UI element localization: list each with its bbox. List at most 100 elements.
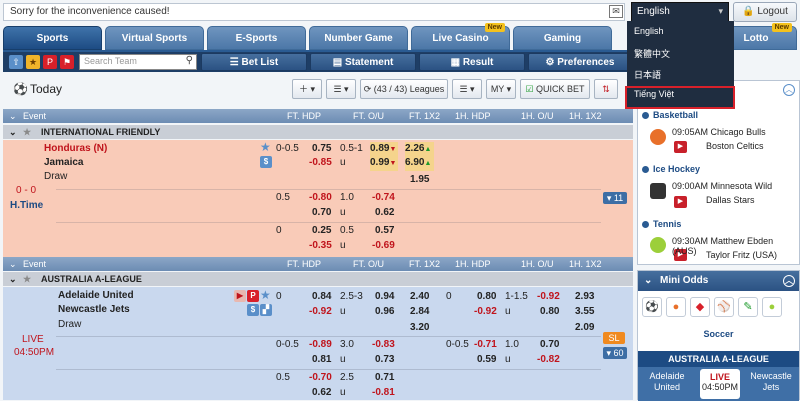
runner-icon[interactable]: ⚑ xyxy=(60,55,74,69)
odds-cell[interactable]: 0.25 xyxy=(312,224,331,238)
add-dropdown[interactable]: ＋ ▾ xyxy=(292,79,322,99)
preferences-button[interactable]: ⚙ Preferences xyxy=(528,53,632,71)
sort-arrows-icon[interactable]: ⇅ xyxy=(594,79,618,99)
play-icon[interactable]: ▶ xyxy=(674,196,687,208)
baseball-icon[interactable]: ⚾ xyxy=(714,297,734,317)
odds-cell[interactable]: -0.71 xyxy=(474,338,497,352)
play-icon[interactable]: ▶ xyxy=(674,141,687,153)
odds-cell[interactable]: 0.70 xyxy=(540,338,559,352)
parlay-icon[interactable]: P xyxy=(247,290,259,302)
odds-cell[interactable]: 0.73 xyxy=(375,353,394,367)
parlay-icon[interactable]: P xyxy=(43,55,57,69)
mini-odds-header[interactable]: Mini Odds ⌄ ︿ xyxy=(638,271,799,291)
collapse-panel-icon[interactable]: ︿ xyxy=(783,275,795,287)
bet-list-button[interactable]: ☰ Bet List xyxy=(201,53,307,71)
odds-cell[interactable]: -0.81 xyxy=(372,386,395,400)
odds-cell[interactable]: -0.69 xyxy=(372,239,395,253)
odds-cell[interactable]: -0.82 xyxy=(537,353,560,367)
soccer-icon[interactable]: ⚽ xyxy=(642,297,662,317)
league-header[interactable]: ⌄ ★ INTERNATIONAL FRIENDLY xyxy=(3,125,633,139)
star-icon[interactable]: ★ xyxy=(23,125,31,139)
odds-cell[interactable]: -0.89 xyxy=(309,338,332,352)
statement-button[interactable]: ▤ Statement xyxy=(310,53,416,71)
odds-cell[interactable]: 1.95 xyxy=(410,173,429,187)
collapse-icon[interactable]: ⌄ xyxy=(9,272,17,286)
odds-cell[interactable]: -0.92 xyxy=(537,290,560,304)
basketball-icon[interactable]: ● xyxy=(666,297,686,317)
odds-cell[interactable]: 0.94 xyxy=(375,290,394,304)
logout-button[interactable]: 🔒 Logout xyxy=(733,2,797,22)
sort-dropdown[interactable]: ☰ ▾ xyxy=(326,79,356,99)
tab-virtual-sports[interactable]: Virtual Sports xyxy=(105,26,204,50)
volleyball-icon[interactable]: ✎ xyxy=(738,297,758,317)
collapse-icon[interactable]: ⌄ xyxy=(9,125,17,139)
language-option-japanese[interactable]: 日本語 xyxy=(634,68,661,81)
collapse-icon[interactable]: ⌄ xyxy=(9,109,17,123)
upload-icon[interactable]: ⇧ xyxy=(9,55,23,69)
football-icon[interactable]: ◆ xyxy=(690,297,710,317)
odds-cell[interactable]: 2.26▲ xyxy=(405,142,434,157)
more-markets-button[interactable]: ▾ 60 xyxy=(603,347,627,359)
odds-cell[interactable]: -0.83 xyxy=(372,338,395,352)
odds-cell[interactable]: 2.84 xyxy=(410,305,429,319)
language-select[interactable]: English ▾ xyxy=(631,2,729,22)
odds-cell[interactable]: 0.89▼ xyxy=(370,142,398,157)
odds-cell[interactable]: 0.84 xyxy=(312,290,331,304)
view-dropdown[interactable]: ☰ ▾ xyxy=(452,79,482,99)
tab-e-sports[interactable]: E-Sports xyxy=(207,26,306,50)
star-icon[interactable]: ★ xyxy=(23,272,31,286)
odds-cell[interactable]: 0.59 xyxy=(477,353,496,367)
odds-cell[interactable]: -0.92 xyxy=(309,305,332,319)
result-button[interactable]: ▦ Result xyxy=(419,53,525,71)
star-icon[interactable]: ★ xyxy=(26,55,40,69)
language-option-english[interactable]: English xyxy=(634,26,664,36)
league-filter[interactable]: ⟳ (43 / 43) Leagues xyxy=(360,79,448,99)
odds-cell[interactable]: 3.55 xyxy=(575,305,594,319)
odds-cell[interactable]: 0.80 xyxy=(477,290,496,304)
odds-cell[interactable]: 0.75 xyxy=(312,142,331,156)
odds-cell[interactable]: 2.09 xyxy=(575,321,594,335)
odds-type-dropdown[interactable]: MY ▾ xyxy=(486,79,516,99)
favorite-star-icon[interactable]: ★ xyxy=(260,288,271,302)
odds-cell[interactable]: 0.99▼ xyxy=(370,156,398,171)
video-icon[interactable]: ▶ xyxy=(234,290,246,302)
stats-icon[interactable]: $ xyxy=(247,304,259,316)
odds-cell[interactable]: 3.20 xyxy=(410,321,429,335)
odds-cell[interactable]: 0.57 xyxy=(375,224,394,238)
odds-cell[interactable]: 0.81 xyxy=(312,353,331,367)
odds-cell[interactable]: 0.62 xyxy=(312,386,331,400)
more-markets-button[interactable]: ▾ 11 xyxy=(603,192,627,204)
league-header[interactable]: ⌄ ★ AUSTRALIA A-LEAGUE xyxy=(3,272,633,286)
odds-cell[interactable]: 0.80 xyxy=(540,305,559,319)
favorite-star-icon[interactable]: ★ xyxy=(260,140,271,154)
mini-match[interactable]: Adelaide United LIVE 04:50PM Newcastle J… xyxy=(638,367,799,401)
search-input[interactable]: Search Team ⚲ xyxy=(79,54,197,70)
category-basketball[interactable]: Basketball xyxy=(642,110,698,120)
tennis-icon[interactable]: ● xyxy=(762,297,782,317)
odds-cell[interactable]: -0.74 xyxy=(372,191,395,205)
odds-cell[interactable]: 0.71 xyxy=(375,371,394,385)
stats-icon[interactable]: $ xyxy=(260,156,272,168)
odds-cell[interactable]: -0.92 xyxy=(474,305,497,319)
sl-badge[interactable]: SL xyxy=(603,332,625,344)
odds-cell[interactable]: 0.70 xyxy=(312,206,331,220)
odds-cell[interactable]: -0.80 xyxy=(309,191,332,205)
category-tennis[interactable]: Tennis xyxy=(642,219,681,229)
odds-cell[interactable]: 6.90▲ xyxy=(405,156,434,171)
category-ice-hockey[interactable]: Ice Hockey xyxy=(642,164,700,174)
quick-bet-toggle[interactable]: ☑ QUICK BET xyxy=(520,79,590,99)
collapse-panel-icon[interactable]: ︿ xyxy=(783,84,795,96)
odds-cell[interactable]: 0.62 xyxy=(375,206,394,220)
chart-icon[interactable]: ▞ xyxy=(260,304,272,316)
collapse-icon[interactable]: ⌄ xyxy=(9,257,17,271)
tab-gaming[interactable]: Gaming xyxy=(513,26,612,50)
tab-live-casino[interactable]: Live Casino New xyxy=(411,23,510,50)
odds-cell[interactable]: -0.35 xyxy=(309,239,332,253)
odds-cell[interactable]: -0.70 xyxy=(309,371,332,385)
language-option-chinese[interactable]: 繁體中文 xyxy=(634,47,670,60)
odds-cell[interactable]: 0.96 xyxy=(375,305,394,319)
tab-sports[interactable]: Sports xyxy=(3,26,102,50)
odds-cell[interactable]: -0.85 xyxy=(309,156,332,170)
tab-number-game[interactable]: Number Game xyxy=(309,26,408,50)
odds-cell[interactable]: 2.40 xyxy=(410,290,429,304)
